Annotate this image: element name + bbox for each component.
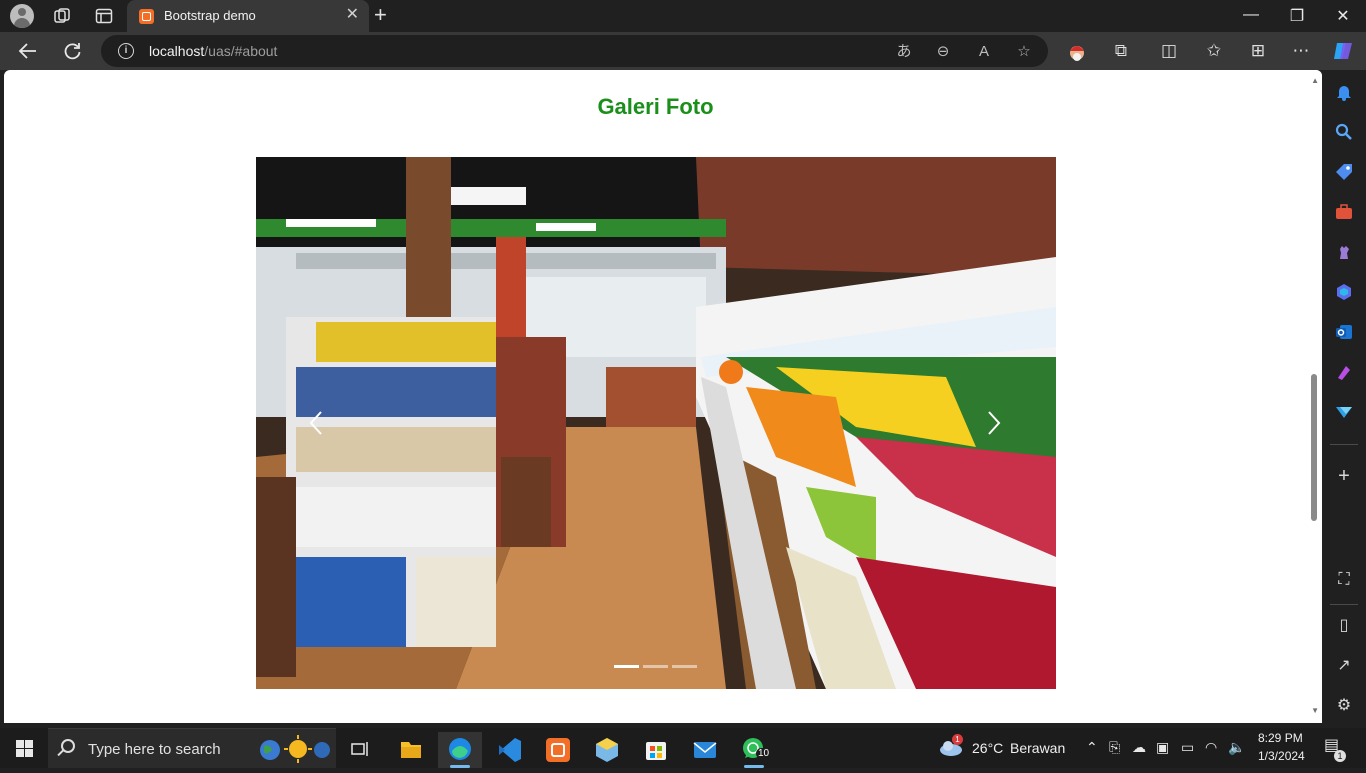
sidebar-divider bbox=[1330, 444, 1358, 445]
address-bar[interactable]: i localhost/uas/#about あ ⊖ A ☆ bbox=[101, 35, 1048, 67]
carousel-indicator-2[interactable] bbox=[643, 665, 668, 668]
mail-icon[interactable] bbox=[683, 732, 727, 768]
tools-briefcase-icon[interactable] bbox=[1334, 202, 1354, 222]
close-tab-icon[interactable]: ✕ bbox=[346, 7, 359, 23]
restore-button[interactable]: ❐ bbox=[1287, 6, 1307, 26]
close-window-button[interactable]: ✕ bbox=[1333, 6, 1353, 26]
task-view-icon[interactable] bbox=[338, 732, 382, 768]
carousel-indicator-3[interactable] bbox=[672, 665, 697, 668]
tab-title: Bootstrap demo bbox=[164, 8, 256, 23]
tab-bootstrap-demo[interactable]: Bootstrap demo ✕ bbox=[127, 0, 369, 32]
notification-badge: 1 bbox=[1334, 750, 1346, 762]
scroll-up-icon[interactable]: ▲ bbox=[1311, 76, 1319, 85]
windows-start-icon[interactable] bbox=[16, 740, 33, 757]
translate-icon[interactable]: あ bbox=[895, 43, 913, 61]
xampp-icon[interactable] bbox=[536, 732, 580, 768]
photo-carousel[interactable] bbox=[256, 157, 1056, 689]
page-viewport: Galeri Foto ▲ ▼ bbox=[4, 70, 1322, 723]
open-external-icon[interactable]: ↗ bbox=[1334, 656, 1354, 676]
search-placeholder: Type here to search bbox=[88, 741, 221, 758]
copilot-icon[interactable] bbox=[1331, 39, 1355, 63]
site-info-icon[interactable]: i bbox=[118, 43, 134, 59]
extensions-puzzle-icon[interactable]: ⧉ bbox=[1110, 40, 1132, 62]
file-explorer-icon[interactable] bbox=[389, 732, 433, 768]
more-menu-icon[interactable]: ⋯ bbox=[1290, 40, 1312, 62]
settings-gear-icon[interactable]: ⚙ bbox=[1334, 696, 1354, 716]
hide-sidebar-icon[interactable]: ▯ bbox=[1334, 616, 1354, 636]
tab-actions-icon[interactable] bbox=[94, 6, 114, 26]
weather-badge: 1 bbox=[952, 734, 963, 745]
read-aloud-icon[interactable]: A bbox=[975, 43, 993, 61]
carousel-indicator-1[interactable] bbox=[614, 665, 639, 668]
collections-icon[interactable]: ⊞ bbox=[1247, 40, 1269, 62]
refresh-icon[interactable] bbox=[61, 40, 83, 62]
onedrive-cloud-icon[interactable]: ☁ bbox=[1132, 739, 1146, 755]
microsoft-store-icon[interactable] bbox=[634, 732, 678, 768]
drop-icon[interactable] bbox=[1334, 402, 1354, 422]
show-hidden-icons-chevron-icon[interactable]: ⌃ bbox=[1086, 739, 1098, 755]
extension-santa-icon[interactable] bbox=[1066, 40, 1088, 62]
wifi-icon[interactable]: ◠ bbox=[1205, 739, 1217, 755]
windows-taskbar: Type here to search 10 1 26°C Berawan ⌃ … bbox=[0, 728, 1366, 768]
sidebar-divider-bottom bbox=[1330, 604, 1358, 605]
carousel-next-icon[interactable] bbox=[984, 409, 1004, 437]
search-magnifier-icon bbox=[61, 739, 75, 753]
search-icon[interactable] bbox=[1334, 122, 1354, 142]
back-arrow-icon[interactable] bbox=[17, 40, 39, 62]
page-scrollbar[interactable]: ▲ ▼ bbox=[1307, 70, 1322, 723]
favorites-icon[interactable]: ✩ bbox=[1203, 40, 1225, 62]
battery-icon[interactable]: ▭ bbox=[1181, 739, 1194, 755]
favorite-star-icon[interactable]: ☆ bbox=[1015, 43, 1033, 61]
clock-date[interactable]: 1/3/2024 bbox=[1258, 749, 1305, 763]
outlook-icon[interactable] bbox=[1334, 322, 1354, 342]
edge-sidebar: + ⛶ ▯ ↗ ⚙ bbox=[1322, 70, 1366, 723]
search-highlight-globe-icon bbox=[260, 735, 330, 763]
designer-icon[interactable] bbox=[1334, 362, 1354, 382]
new-tab-button[interactable]: + bbox=[374, 4, 387, 26]
display-icon[interactable]: ▣ bbox=[1156, 739, 1169, 755]
carousel-slide-image bbox=[256, 157, 1056, 689]
profile-avatar-icon[interactable] bbox=[10, 4, 34, 28]
split-screen-icon[interactable]: ◫ bbox=[1158, 40, 1180, 62]
meet-now-icon[interactable]: ⎘ bbox=[1109, 739, 1120, 755]
add-sidebar-app-icon[interactable]: + bbox=[1334, 466, 1354, 486]
volume-icon[interactable]: 🔈 bbox=[1228, 739, 1245, 755]
gallery-title: Galeri Foto bbox=[597, 94, 714, 119]
zoom-out-icon[interactable]: ⊖ bbox=[934, 43, 952, 61]
vscode-icon[interactable] bbox=[487, 732, 531, 768]
games-chess-icon[interactable] bbox=[1334, 242, 1354, 262]
workspaces-icon[interactable] bbox=[52, 6, 72, 26]
whatsapp-badge: 10 bbox=[756, 748, 772, 759]
xampp-favicon-icon bbox=[139, 9, 154, 24]
carousel-prev-icon[interactable] bbox=[306, 409, 326, 437]
tab-strip: Bootstrap demo ✕ + — ❐ ✕ bbox=[0, 0, 1366, 32]
clock-time[interactable]: 8:29 PM bbox=[1258, 731, 1303, 745]
whatsapp-icon[interactable]: 10 bbox=[732, 732, 776, 768]
screenshot-icon[interactable]: ⛶ bbox=[1334, 570, 1354, 590]
scroll-thumb[interactable] bbox=[1311, 374, 1317, 521]
virtualbox-icon[interactable] bbox=[585, 732, 629, 768]
notifications-bell-icon[interactable] bbox=[1334, 82, 1354, 102]
minimize-button[interactable]: — bbox=[1241, 6, 1261, 24]
weather-desc[interactable]: Berawan bbox=[1010, 740, 1065, 756]
scroll-down-icon[interactable]: ▼ bbox=[1311, 706, 1319, 715]
taskbar-search-box[interactable]: Type here to search bbox=[48, 728, 336, 768]
microsoft-365-icon[interactable] bbox=[1334, 282, 1354, 302]
shopping-tag-icon[interactable] bbox=[1334, 162, 1354, 182]
url-text[interactable]: localhost/uas/#about bbox=[149, 43, 277, 59]
edge-taskbar-icon[interactable] bbox=[438, 732, 482, 768]
browser-toolbar: i localhost/uas/#about あ ⊖ A ☆ ⧉ ◫ ✩ ⊞ ⋯ bbox=[0, 32, 1366, 70]
weather-temp[interactable]: 26°C bbox=[972, 740, 1003, 756]
